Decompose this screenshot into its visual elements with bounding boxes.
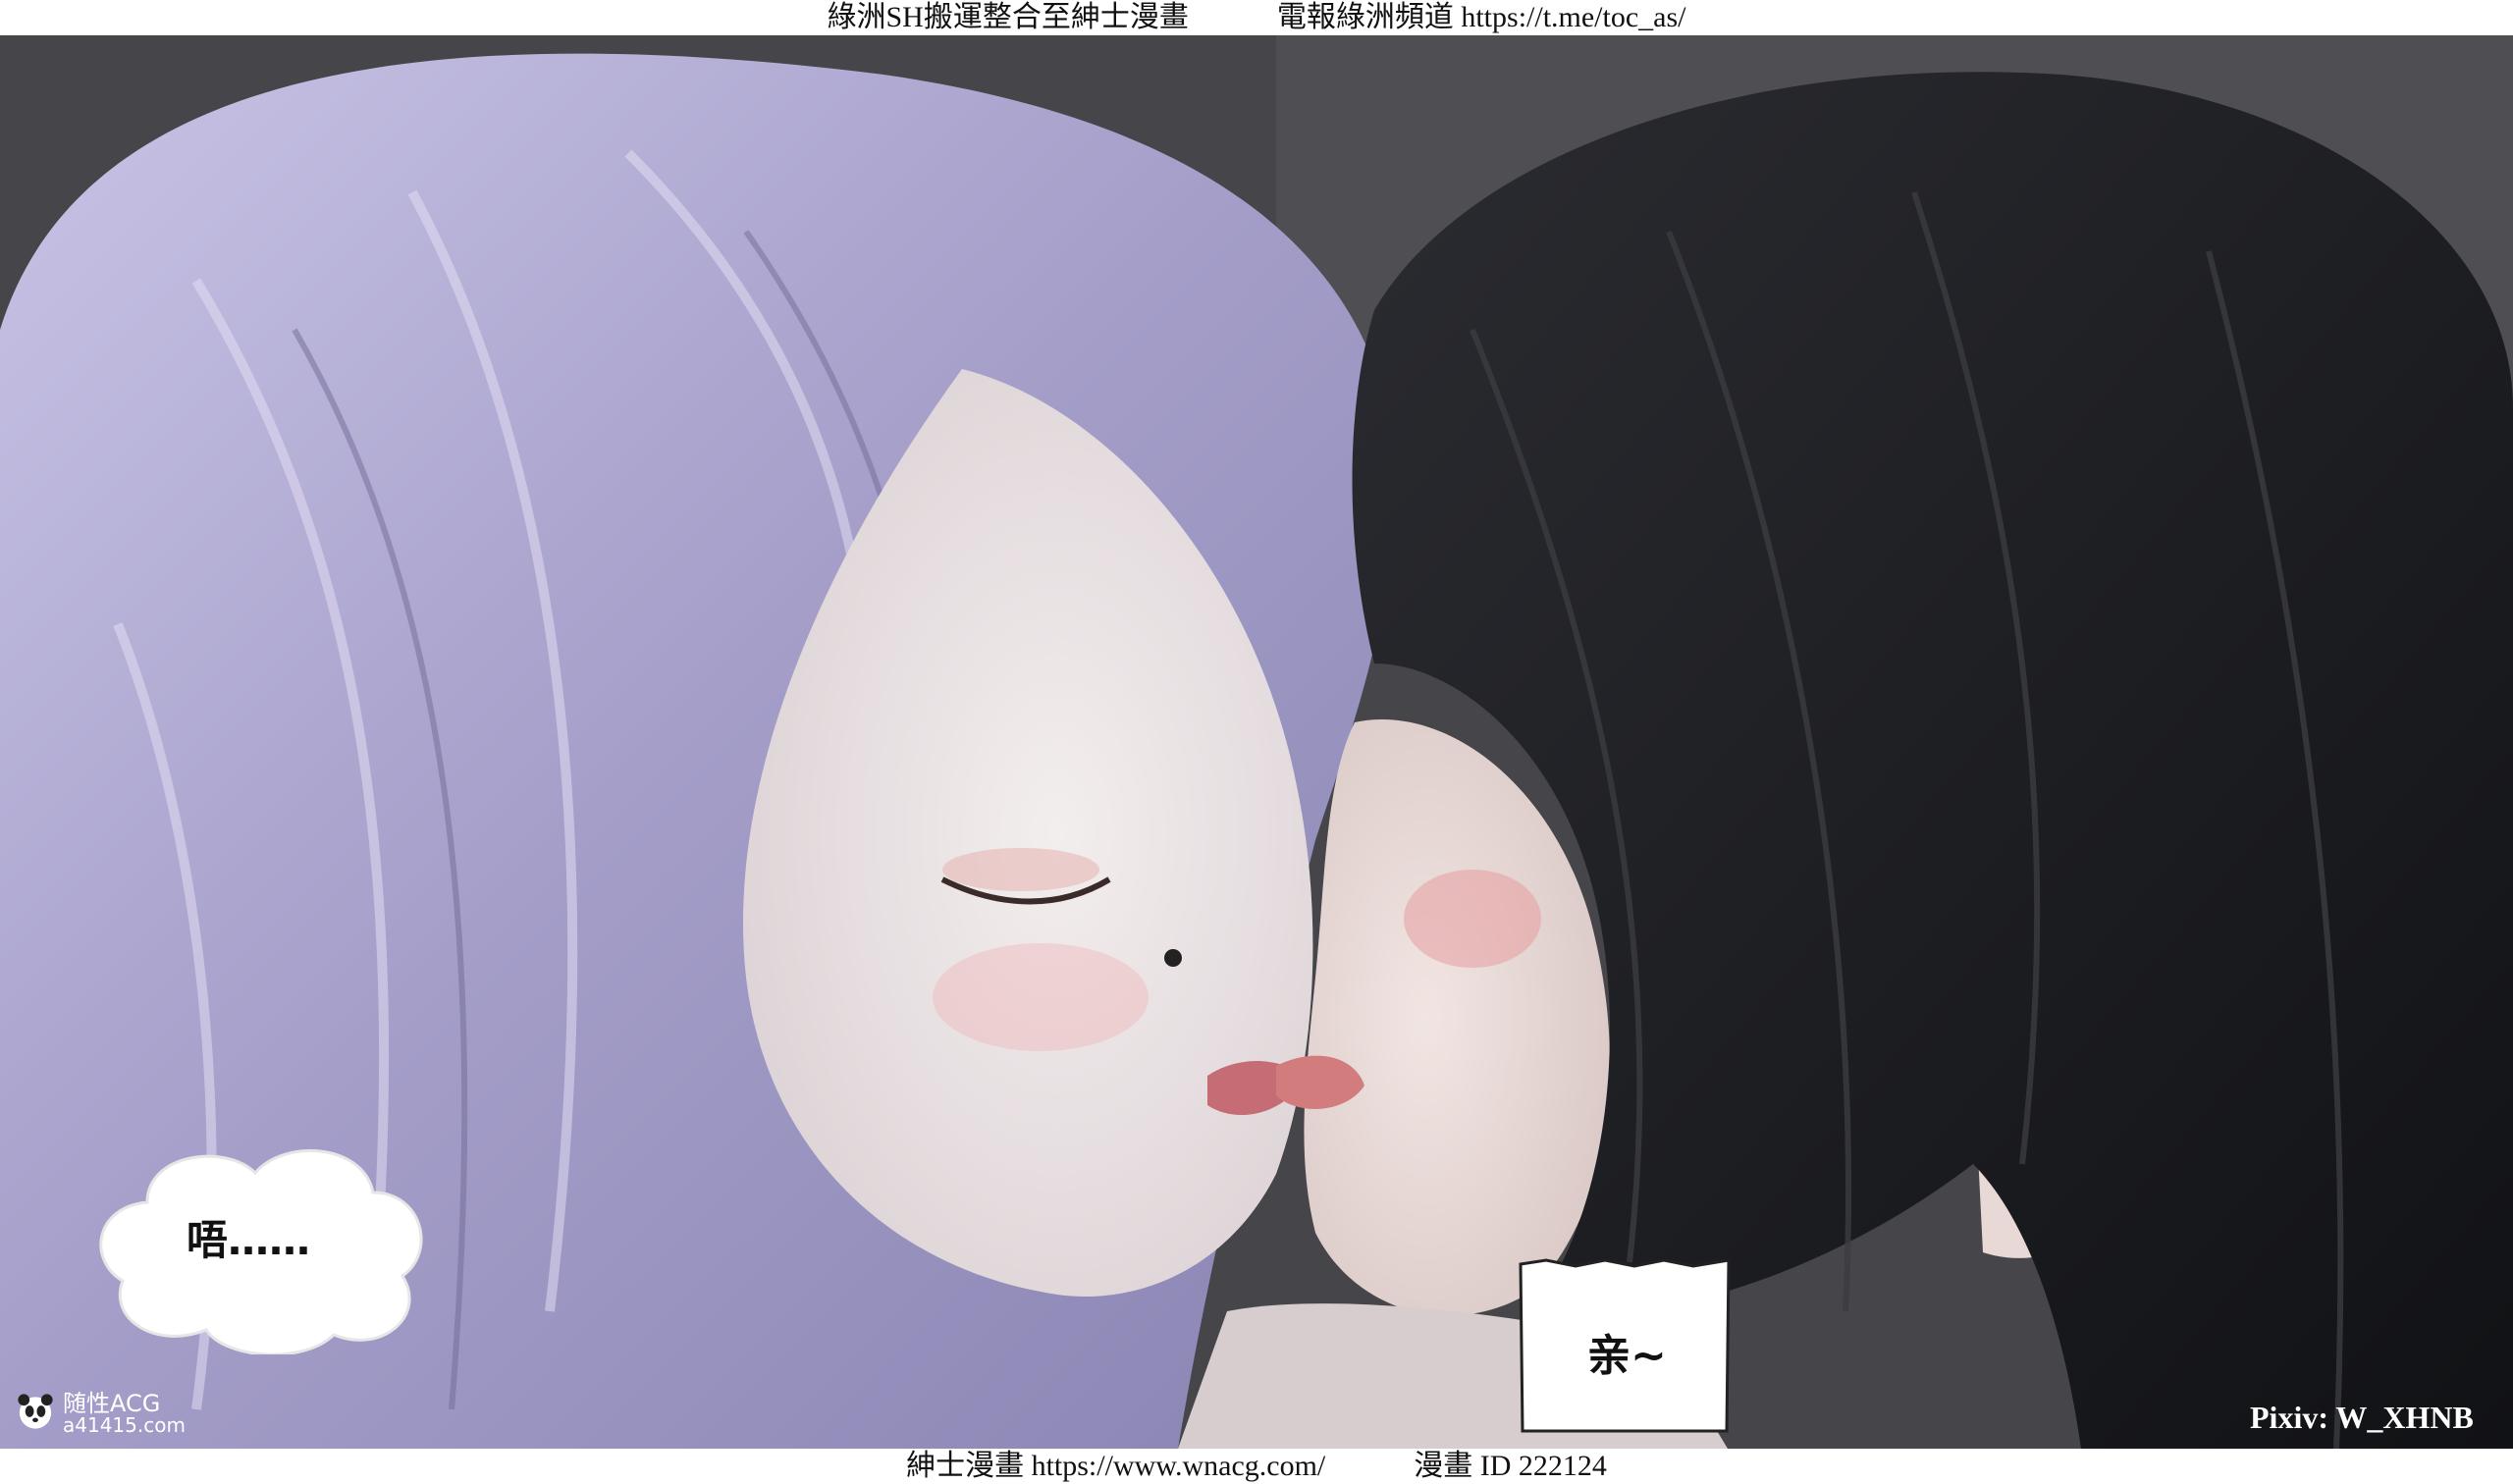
artist-credit: Pixiv: W_XHNB xyxy=(2250,1400,2474,1435)
top-banner: 綠洲SH搬運整合至紳士漫畫 電報綠洲頻道 https://t.me/toc_as… xyxy=(0,0,2513,35)
panda-icon xyxy=(18,1394,53,1429)
cloud-bubble-text: 唔…… xyxy=(187,1216,311,1264)
bottom-banner: 紳士漫畫 https://www.wnacg.com/ 漫畫 ID 222124 xyxy=(0,1449,2513,1484)
box-bubble-text: 亲~ xyxy=(1587,1331,1667,1381)
comic-page: 綠洲SH搬運整合至紳士漫畫 電報綠洲頻道 https://t.me/toc_as… xyxy=(0,0,2513,1484)
watermark-domain: a41415.com xyxy=(63,1413,186,1437)
